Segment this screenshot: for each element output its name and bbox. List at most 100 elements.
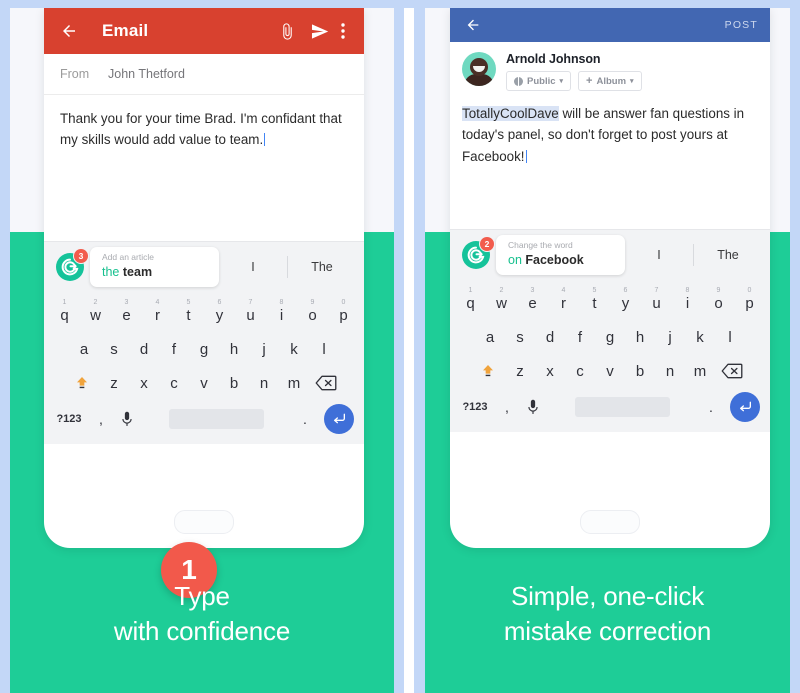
backspace-icon[interactable]	[309, 366, 343, 400]
key-label: w	[90, 306, 101, 324]
send-icon[interactable]	[308, 20, 330, 42]
key-w[interactable]: 2w	[80, 298, 111, 332]
space-key[interactable]	[547, 390, 697, 424]
key-a[interactable]: a	[69, 332, 99, 366]
privacy-chip[interactable]: Public ▾	[506, 71, 572, 91]
facebook-post-body[interactable]: TotallyCoolDave will be answer fan quest…	[450, 99, 770, 229]
keyboard-suggestion-1[interactable]: I	[625, 248, 693, 262]
backspace-icon[interactable]	[715, 354, 749, 388]
avatar[interactable]	[462, 52, 496, 86]
key-e[interactable]: 3e	[111, 298, 142, 332]
key-i[interactable]: 8i	[672, 286, 703, 320]
key-z[interactable]: z	[99, 375, 129, 392]
post-button[interactable]: POST	[725, 19, 758, 31]
key-h[interactable]: h	[219, 332, 249, 366]
key-h[interactable]: h	[625, 320, 655, 354]
key-i[interactable]: 8i	[266, 298, 297, 332]
comma-key[interactable]: ,	[495, 390, 519, 424]
key-l[interactable]: l	[309, 332, 339, 366]
key-x[interactable]: x	[535, 363, 565, 380]
key-f[interactable]: f	[159, 332, 189, 366]
key-d[interactable]: d	[535, 320, 565, 354]
symbols-key[interactable]: ?123	[455, 390, 495, 424]
key-m[interactable]: m	[279, 375, 309, 392]
key-v[interactable]: v	[189, 375, 219, 392]
shift-icon[interactable]	[65, 366, 99, 400]
key-o[interactable]: 9o	[703, 286, 734, 320]
key-k[interactable]: k	[279, 332, 309, 366]
paperclip-icon[interactable]	[276, 20, 298, 42]
key-j[interactable]: j	[249, 332, 279, 366]
key-q[interactable]: 1q	[49, 298, 80, 332]
back-arrow-icon[interactable]	[462, 14, 484, 36]
grammarly-logo-icon[interactable]: 2	[462, 236, 495, 269]
key-c[interactable]: c	[565, 363, 595, 380]
key-p[interactable]: 0p	[328, 298, 359, 332]
keyboard-suggestion-2[interactable]: The	[694, 248, 762, 262]
key-s[interactable]: s	[99, 332, 129, 366]
grammarly-logo-icon[interactable]: 3	[56, 248, 89, 281]
home-button[interactable]	[580, 510, 640, 534]
email-from-row[interactable]: From John Thetford	[44, 54, 364, 95]
key-b[interactable]: b	[219, 375, 249, 392]
grammarly-suggestion-card[interactable]: Add an article the team	[90, 246, 219, 288]
keyboard-row-4: ?123 , .	[455, 390, 765, 424]
period-key[interactable]: .	[291, 402, 319, 436]
microphone-icon[interactable]	[519, 390, 547, 424]
key-g[interactable]: g	[595, 320, 625, 354]
enter-icon[interactable]	[319, 402, 359, 436]
key-r[interactable]: 4r	[142, 298, 173, 332]
key-q[interactable]: 1q	[455, 286, 486, 320]
key-k[interactable]: k	[685, 320, 715, 354]
keyboard-row-2: asdfghjkl	[455, 320, 765, 354]
key-n[interactable]: n	[249, 375, 279, 392]
key-n[interactable]: n	[655, 363, 685, 380]
facebook-post-text: TotallyCoolDave will be answer fan quest…	[462, 103, 758, 167]
symbols-key[interactable]: ?123	[49, 402, 89, 436]
key-d[interactable]: d	[129, 332, 159, 366]
key-u[interactable]: 7u	[235, 298, 266, 332]
space-key[interactable]	[141, 402, 291, 436]
key-y[interactable]: 6y	[610, 286, 641, 320]
keyboard-suggestion-1[interactable]: I	[219, 260, 287, 274]
key-o[interactable]: 9o	[297, 298, 328, 332]
key-y[interactable]: 6y	[204, 298, 235, 332]
keyboard-suggestion-2[interactable]: The	[288, 260, 356, 274]
email-body[interactable]: Thank you for your time Brad. I'm confid…	[44, 95, 364, 241]
frame-strip-mid-c	[414, 0, 425, 693]
comma-key[interactable]: ,	[89, 402, 113, 436]
key-label: v	[200, 374, 208, 392]
frame-strip-right	[790, 0, 800, 693]
key-w[interactable]: 2w	[486, 286, 517, 320]
key-u[interactable]: 7u	[641, 286, 672, 320]
key-m[interactable]: m	[685, 363, 715, 380]
key-g[interactable]: g	[189, 332, 219, 366]
enter-icon[interactable]	[725, 390, 765, 424]
caption-right-line-2: mistake correction	[503, 615, 712, 646]
key-r[interactable]: 4r	[548, 286, 579, 320]
key-x[interactable]: x	[129, 375, 159, 392]
microphone-icon[interactable]	[113, 402, 141, 436]
key-t[interactable]: 5t	[579, 286, 610, 320]
key-s[interactable]: s	[505, 320, 535, 354]
key-j[interactable]: j	[655, 320, 685, 354]
key-t[interactable]: 5t	[173, 298, 204, 332]
key-c[interactable]: c	[159, 375, 189, 392]
grammarly-suggestion-card[interactable]: Change the word on Facebook	[496, 234, 625, 276]
key-e[interactable]: 3e	[517, 286, 548, 320]
key-label: y	[621, 294, 630, 312]
key-f[interactable]: f	[565, 320, 595, 354]
back-arrow-icon[interactable]	[58, 20, 80, 42]
album-chip[interactable]: + Album ▾	[578, 71, 642, 91]
home-button[interactable]	[174, 510, 234, 534]
key-a[interactable]: a	[475, 320, 505, 354]
key-l[interactable]: l	[715, 320, 745, 354]
more-vertical-icon[interactable]	[336, 20, 350, 42]
key-p[interactable]: 0p	[734, 286, 765, 320]
key-v[interactable]: v	[595, 363, 625, 380]
period-key[interactable]: .	[697, 390, 725, 424]
shift-icon[interactable]	[471, 354, 505, 388]
key-z[interactable]: z	[505, 363, 535, 380]
key-label: g	[199, 340, 209, 358]
key-b[interactable]: b	[625, 363, 655, 380]
